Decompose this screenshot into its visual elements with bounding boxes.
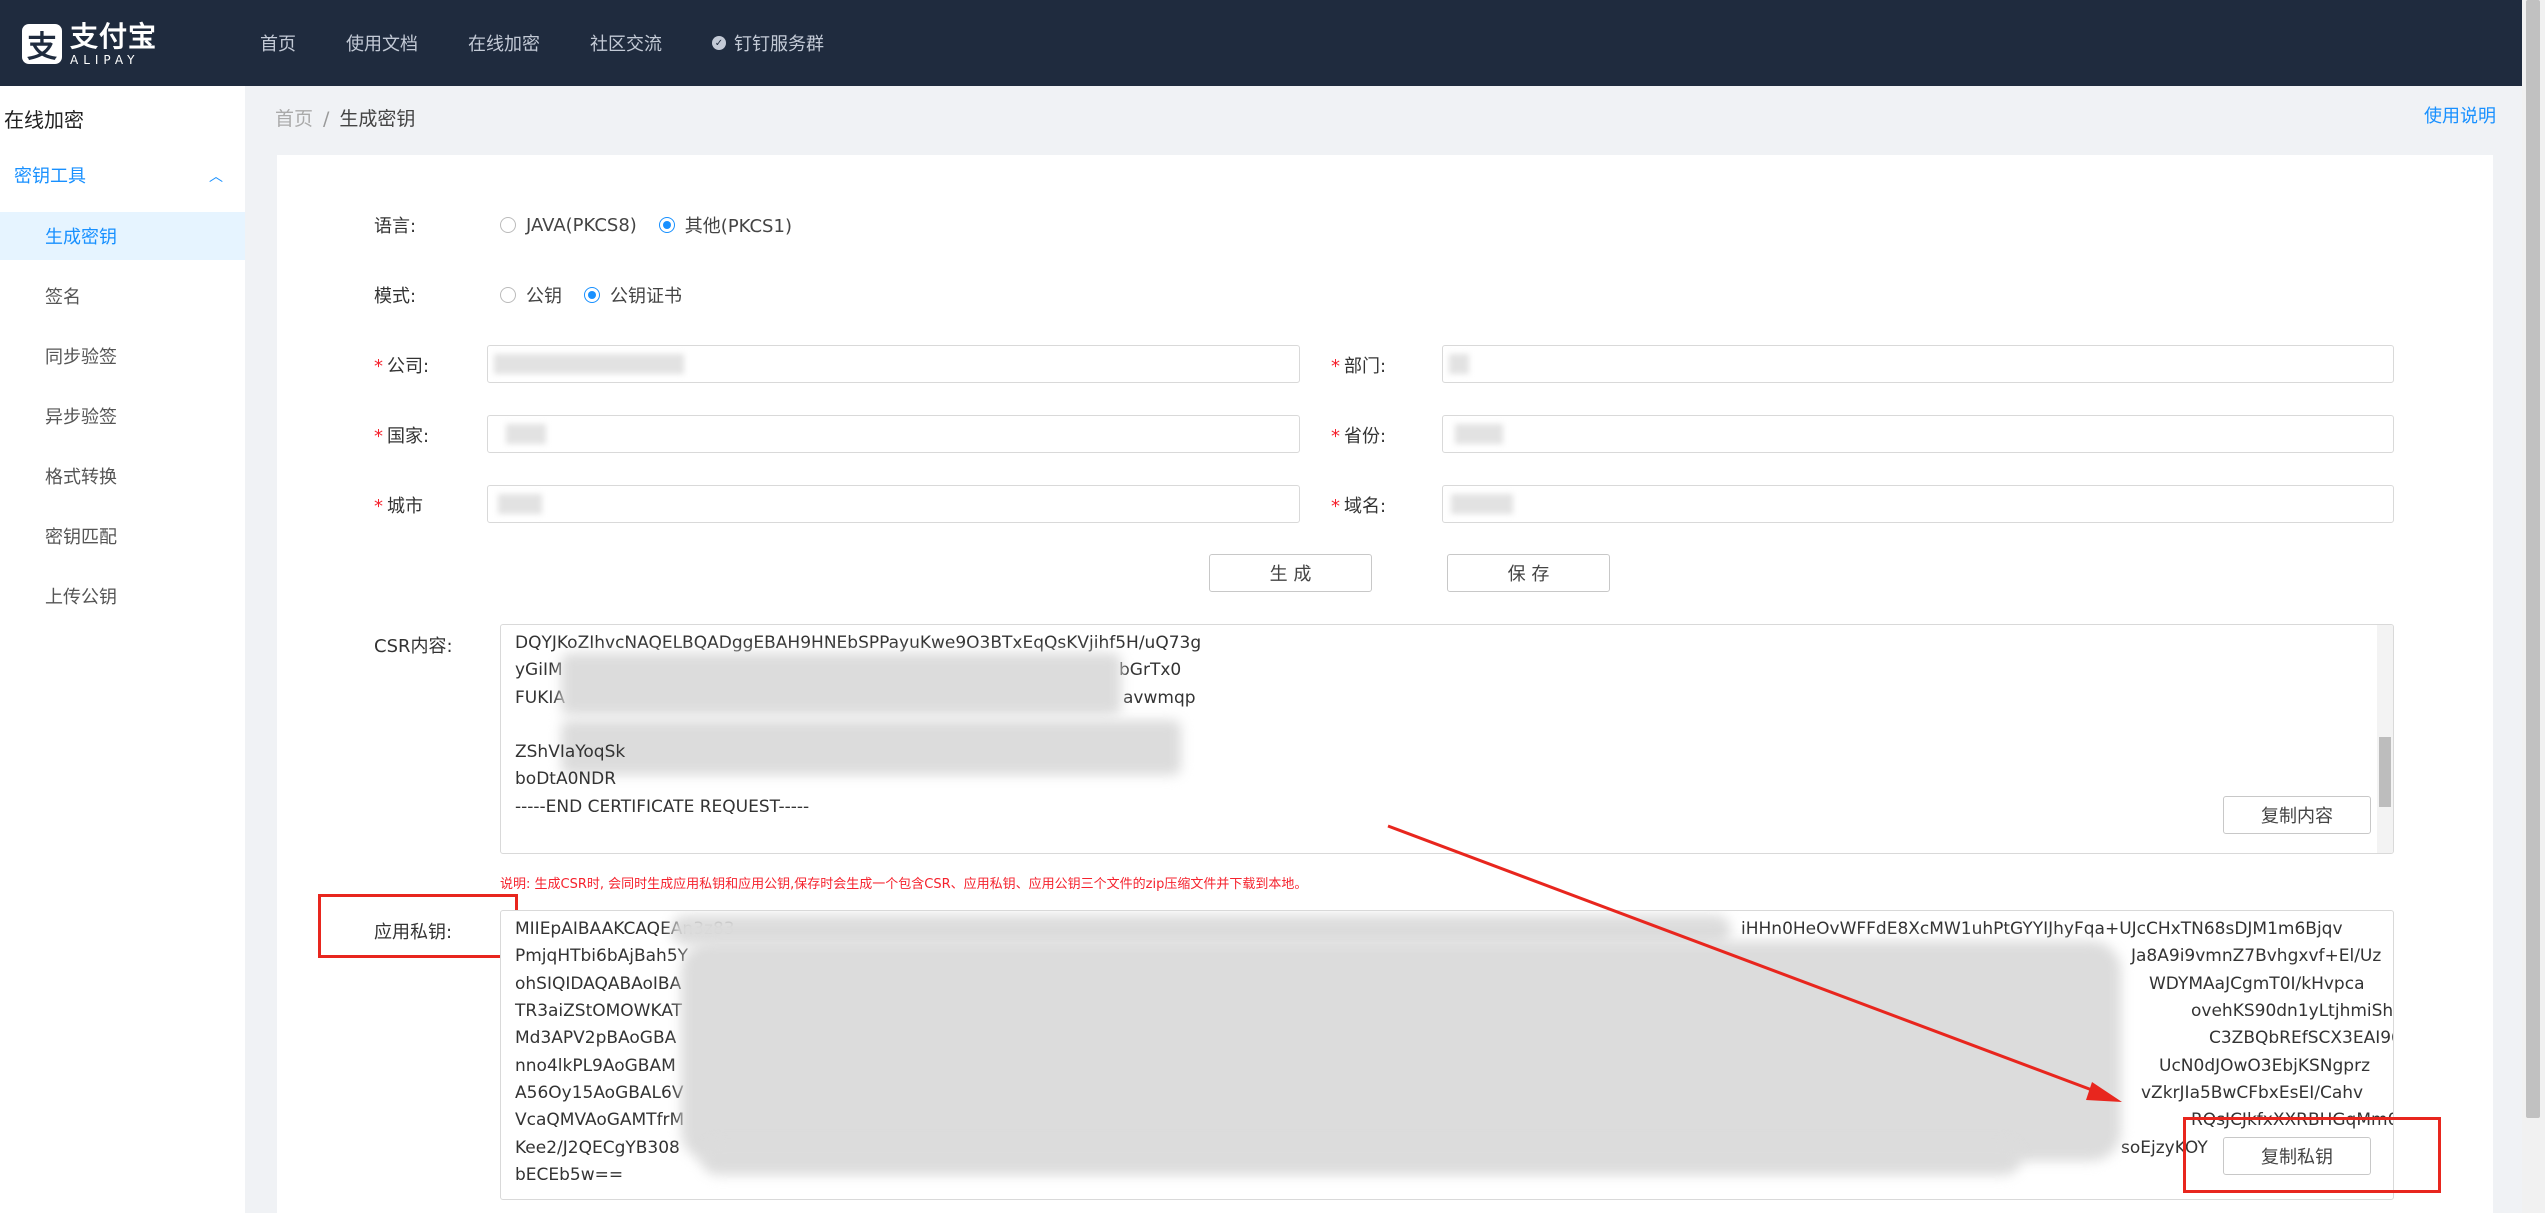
radio-java-pkcs8[interactable]: JAVA(PKCS8) <box>500 215 637 236</box>
redacted-block <box>561 720 1181 775</box>
redacted-value <box>1449 354 1469 374</box>
country-input[interactable] <box>487 415 1300 453</box>
country-label: * 国家: <box>374 426 430 447</box>
chevron-up-icon: ︿ <box>209 169 223 185</box>
mode-label: 模式: <box>374 286 417 307</box>
copy-content-button[interactable]: 复制内容 <box>2223 796 2371 834</box>
language-label: 语言: <box>374 216 417 237</box>
breadcrumb-current: 生成密钥 <box>339 108 416 130</box>
department-label: * 部门: <box>1331 356 1387 377</box>
sidebar-item-format-convert[interactable]: 格式转换 <box>0 452 245 500</box>
generation-note: 说明: 生成CSR时, 会同时生成应用私钥和应用公钥,保存时会生成一个包含CSR… <box>500 877 1308 892</box>
page-scrollbar[interactable] <box>2522 0 2545 1213</box>
redacted-value <box>494 354 684 374</box>
nav-online-encrypt[interactable]: 在线加密 <box>468 30 540 56</box>
mode-radio-group: 公钥 公钥证书 <box>500 282 704 308</box>
breadcrumb: 首页 / 生成密钥 <box>275 104 415 131</box>
domain-label: * 域名: <box>1331 496 1387 517</box>
domain-input[interactable] <box>1442 485 2394 523</box>
sidebar-group-label: 密钥工具 <box>14 166 86 187</box>
city-input[interactable] <box>487 485 1300 523</box>
redacted-value <box>506 424 546 444</box>
department-input[interactable] <box>1442 345 2394 383</box>
sidebar-item-key-match[interactable]: 密钥匹配 <box>0 512 245 560</box>
redacted-block <box>701 1141 2021 1175</box>
province-label: * 省份: <box>1331 426 1387 447</box>
sidebar-group-key-tools[interactable]: 密钥工具 ︿ <box>0 152 245 198</box>
radio-public-key-cert[interactable]: 公钥证书 <box>584 282 682 308</box>
page-scrollbar-thumb[interactable] <box>2526 0 2540 1118</box>
sidebar-item-sync-verify[interactable]: 同步验签 <box>0 332 245 380</box>
sidebar-item-async-verify[interactable]: 异步验签 <box>0 392 245 440</box>
sidebar-item-generate-key[interactable]: 生成密钥 <box>0 212 245 260</box>
redacted-value <box>498 494 542 514</box>
csr-textarea[interactable]: DQYJKoZIhvcNAQELBQADggEBAH9HNEbSPPayuKwe… <box>500 624 2394 854</box>
sidebar-item-upload-pubkey[interactable]: 上传公钥 <box>0 572 245 620</box>
sidebar: 在线加密 密钥工具 ︿ 生成密钥 签名 同步验签 异步验签 格式转换 密钥匹配 … <box>0 86 245 1213</box>
csr-scrollbar-thumb[interactable] <box>2379 737 2391 807</box>
nav-dingtalk-group[interactable]: ✓ 钉钉服务群 <box>712 30 824 56</box>
main-nav: 首页 使用文档 在线加密 社区交流 ✓ 钉钉服务群 <box>260 0 874 86</box>
redacted-value <box>1455 424 1503 444</box>
breadcrumb-separator: / <box>323 108 330 130</box>
sidebar-item-sign[interactable]: 签名 <box>0 272 245 320</box>
dingtalk-icon: ✓ <box>712 36 726 50</box>
province-input[interactable] <box>1442 415 2394 453</box>
generate-button[interactable]: 生 成 <box>1209 554 1372 592</box>
radio-public-key[interactable]: 公钥 <box>500 282 562 308</box>
nav-docs[interactable]: 使用文档 <box>346 30 418 56</box>
copy-private-key-button[interactable]: 复制私钥 <box>2223 1137 2371 1175</box>
top-navbar: 支 支付宝 ALIPAY 首页 使用文档 在线加密 社区交流 ✓ 钉钉服务群 <box>0 0 2522 86</box>
company-label: * 公司: <box>374 356 430 377</box>
nav-community[interactable]: 社区交流 <box>590 30 662 56</box>
radio-circle <box>500 287 516 303</box>
language-radio-group: JAVA(PKCS8) 其他(PKCS1) <box>500 212 814 238</box>
redacted-block <box>561 653 1121 715</box>
radio-other-pkcs1[interactable]: 其他(PKCS1) <box>658 212 792 238</box>
csr-label: CSR内容: <box>374 636 453 657</box>
radio-circle <box>500 217 516 233</box>
alipay-logo-icon: 支 <box>22 24 62 65</box>
redacted-block <box>681 941 2121 1161</box>
save-button[interactable]: 保 存 <box>1447 554 1610 592</box>
radio-circle-selected <box>658 217 675 233</box>
city-label: * 城市 <box>374 496 423 517</box>
logo-cn-text: 支付宝 <box>70 19 158 53</box>
help-link[interactable]: 使用说明 <box>2424 102 2496 128</box>
redacted-value <box>1451 494 1513 514</box>
sidebar-title: 在线加密 <box>4 108 84 132</box>
nav-dingtalk-label: 钉钉服务群 <box>734 34 824 55</box>
logo-en-text: ALIPAY <box>70 52 140 67</box>
breadcrumb-home[interactable]: 首页 <box>275 108 313 130</box>
company-input[interactable] <box>487 345 1300 383</box>
radio-circle-selected <box>584 287 600 303</box>
nav-home[interactable]: 首页 <box>260 30 296 56</box>
alipay-logo[interactable]: 支 支付宝 ALIPAY <box>22 20 157 68</box>
csr-scrollbar[interactable] <box>2377 625 2393 853</box>
private-key-textarea[interactable]: MIIEpAIBAAKCAQEAn3z83 PmjqHTbi6bAjBah5Y … <box>500 910 2394 1200</box>
private-key-label: 应用私钥: <box>374 922 453 943</box>
